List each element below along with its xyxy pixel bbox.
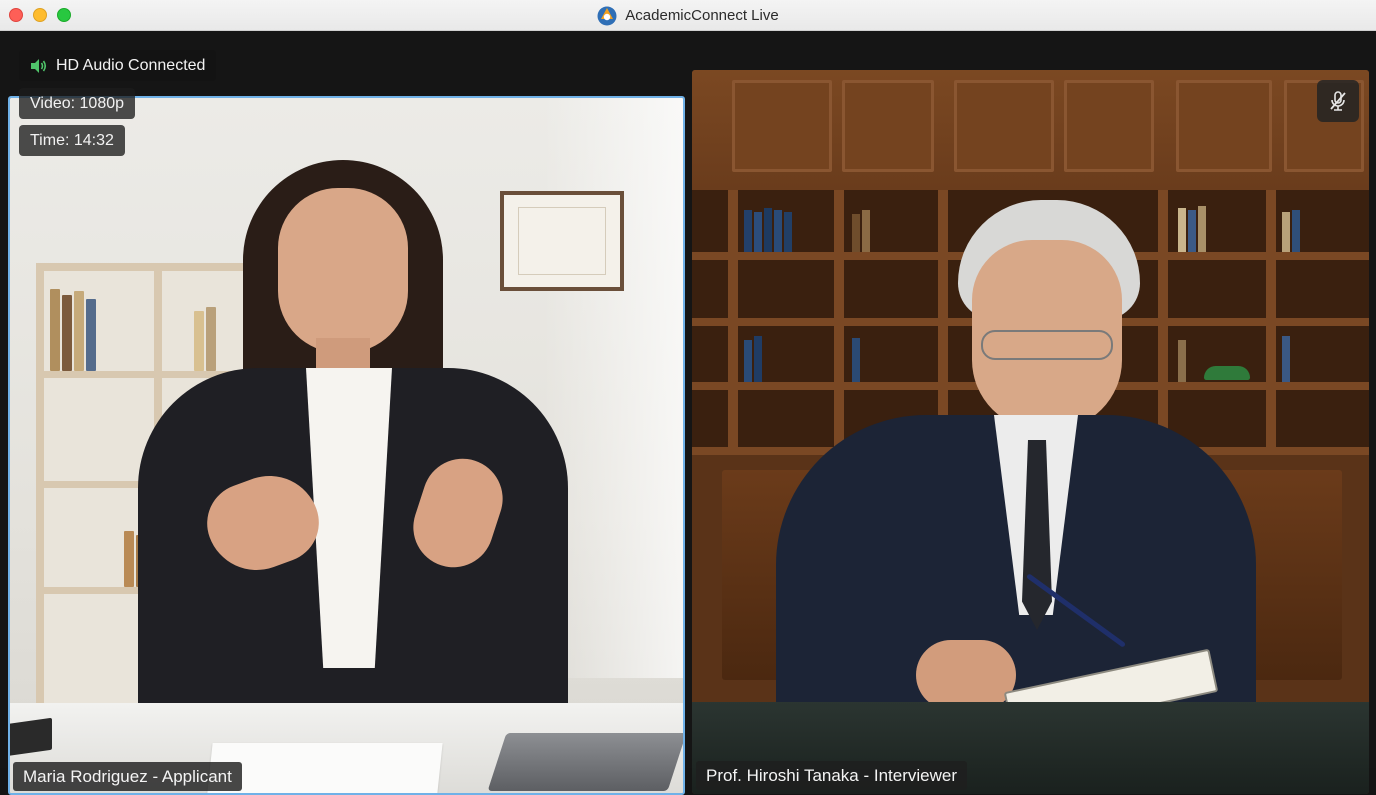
participant-tile-applicant[interactable]: Maria Rodriguez - Applicant: [8, 96, 685, 795]
app-logo-icon: [597, 6, 617, 25]
participant-name-label: Prof. Hiroshi Tanaka - Interviewer: [696, 761, 968, 790]
video-stage: Maria Rodriguez - Applicant Prof. Hirosh…: [0, 31, 1376, 795]
participant-name-label: Maria Rodriguez - Applicant: [13, 762, 242, 791]
window-titlebar: AcademicConnect Live: [0, 0, 1376, 31]
call-timer-badge: Time: 14:32: [19, 125, 125, 156]
microphone-muted-icon: [1330, 91, 1346, 111]
interviewer-video-feed: [692, 70, 1369, 794]
video-quality-badge: Video: 1080p: [19, 88, 136, 119]
applicant-video-feed: [10, 98, 683, 793]
applicant-figure: [138, 158, 568, 778]
participant-tile-interviewer[interactable]: Prof. Hiroshi Tanaka - Interviewer: [692, 70, 1369, 794]
microphone-muted-button[interactable]: [1317, 80, 1359, 122]
interviewer-figure: [776, 200, 1256, 745]
window-title-area: AcademicConnect Live: [0, 0, 1376, 31]
app-title: AcademicConnect Live: [625, 7, 779, 24]
audio-status-text: HD Audio Connected: [56, 56, 206, 74]
audio-status-badge: HD Audio Connected: [19, 50, 217, 81]
speaker-icon: [31, 58, 47, 73]
